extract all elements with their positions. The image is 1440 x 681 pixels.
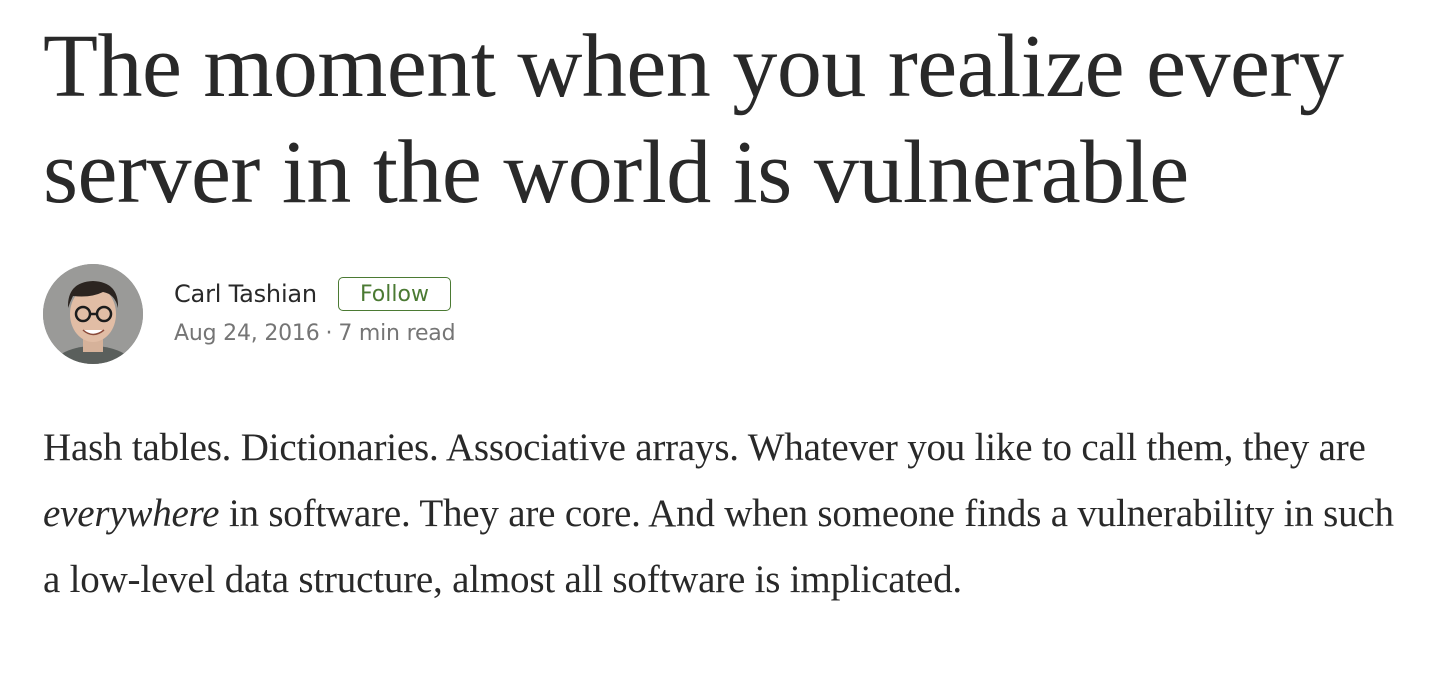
article-meta: Aug 24, 2016 · 7 min read bbox=[174, 321, 674, 346]
article-title: The moment when you realize every server… bbox=[43, 17, 1344, 222]
paragraph-emphasis: everywhere bbox=[43, 492, 220, 535]
follow-button[interactable]: Follow bbox=[337, 277, 451, 311]
byline-meta: Carl Tashian Follow Aug 24, 2016 · 7 min r… bbox=[174, 276, 674, 346]
paragraph-text-end: in software. They are core. And when som… bbox=[43, 492, 1394, 601]
byline: Carl Tashian Follow Aug 24, 2016 · 7 min r… bbox=[43, 264, 743, 364]
article-paragraph: Hash tables. Dictionaries. Associative a… bbox=[43, 415, 1418, 613]
publish-date-link[interactable]: Aug 24, 2016 bbox=[174, 321, 320, 346]
meta-separator: · bbox=[325, 321, 333, 346]
paragraph-text-start: Hash tables. Dictionaries. Associative a… bbox=[43, 426, 1366, 469]
read-time: 7 min read bbox=[338, 321, 456, 346]
author-avatar[interactable] bbox=[43, 264, 143, 364]
avatar-photo-icon bbox=[43, 264, 143, 364]
author-name-link[interactable]: Carl Tashian bbox=[174, 280, 317, 308]
author-row: Carl Tashian Follow bbox=[174, 276, 674, 312]
